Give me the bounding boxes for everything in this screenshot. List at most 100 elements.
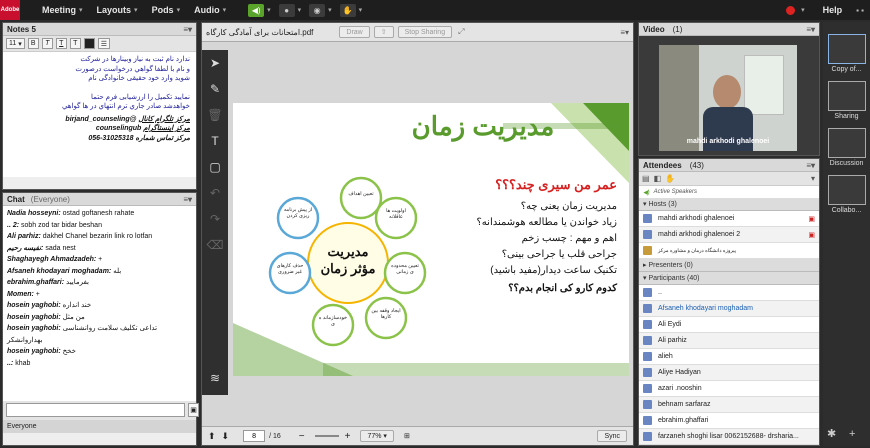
chevron-down-icon[interactable]: ▾: [79, 6, 83, 14]
pod-menu-icon[interactable]: ≡▾: [620, 28, 629, 37]
participant-row[interactable]: azari .nooshin: [639, 381, 819, 397]
menu-audio[interactable]: Audio: [194, 5, 220, 15]
status-view-icon[interactable]: ◧: [654, 174, 662, 183]
layout-item[interactable]: Sharing: [823, 81, 870, 120]
microphone-icon[interactable]: ●: [278, 3, 295, 17]
sync-button[interactable]: Sync: [597, 430, 627, 442]
chevron-down-icon[interactable]: ▾: [177, 6, 181, 14]
send-icon[interactable]: ▣: [188, 403, 199, 417]
pod-menu-icon[interactable]: ≡▾: [806, 161, 815, 170]
chat-message: ebrahim.ghaffari: بفرمایید: [7, 279, 89, 286]
presenter-avatar: [713, 75, 741, 109]
pod-menu-icon[interactable]: ≡▾: [806, 25, 815, 34]
participant-row[interactable]: Ali parhiz: [639, 333, 819, 349]
record-icon[interactable]: [786, 5, 796, 15]
attendee-row[interactable]: پیروزه دانشگاه درمان و مشاوره مرکز: [639, 243, 819, 259]
bullet-list-icon[interactable]: ☰: [97, 38, 111, 49]
page-number-input[interactable]: [243, 430, 266, 442]
layout-item[interactable]: Copy of...: [823, 34, 870, 73]
notes-content[interactable]: ندارد نام ثبت به نیاز وبینارها در شرکت و…: [3, 52, 196, 177]
speaker-icon: ◀): [643, 189, 650, 196]
participant-row[interactable]: alieh: [639, 349, 819, 365]
layout-item[interactable]: Discussion: [823, 128, 870, 167]
chevron-down-icon[interactable]: ▾: [328, 6, 332, 14]
bold-icon[interactable]: B: [27, 38, 39, 49]
list-view-icon[interactable]: ▤: [642, 174, 650, 183]
rectangle-icon[interactable]: ▢: [202, 154, 228, 180]
chevron-down-icon[interactable]: ▾: [801, 6, 805, 14]
fullscreen-icon[interactable]: ⤢: [458, 27, 464, 37]
presenters-section[interactable]: ▸ Presenters (0): [639, 259, 819, 272]
fit-page-icon[interactable]: ⊞: [404, 432, 410, 440]
menu-help[interactable]: Help: [823, 5, 843, 15]
font-size-select[interactable]: 11 ▾: [6, 38, 25, 49]
share-icon[interactable]: ⇧: [373, 26, 394, 38]
chat-target-tab[interactable]: Everyone: [3, 420, 196, 433]
diagram-petal: تعیین اهداف: [348, 191, 374, 197]
participant-row[interactable]: ..: [639, 285, 819, 301]
chat-message: .. 2: sobh zod tar bidar beshan: [7, 221, 102, 229]
window-controls-icon[interactable]: ▪ ▪: [856, 6, 864, 15]
clear-icon[interactable]: ⌫: [202, 232, 228, 258]
chevron-down-icon[interactable]: ▾: [267, 6, 271, 14]
raise-hand-icon[interactable]: ✋: [665, 174, 675, 183]
pod-menu-icon[interactable]: ≡▾: [183, 25, 192, 34]
menu-layouts[interactable]: Layouts: [97, 5, 132, 15]
trash-icon[interactable]: 🗑: [202, 102, 228, 128]
chevron-down-icon[interactable]: ▾: [359, 6, 363, 14]
pointer-icon[interactable]: ➤: [202, 50, 228, 76]
chat-title: Chat: [7, 194, 25, 204]
slide-footer-question: کدوم کارو کی انجام بدم؟؟: [508, 283, 617, 294]
color-swatch-icon[interactable]: [83, 38, 95, 49]
chat-input[interactable]: [6, 403, 185, 417]
participant-row[interactable]: ebrahim.ghaffari: [639, 413, 819, 429]
menu-icon[interactable]: ▾: [811, 174, 815, 183]
underline-icon[interactable]: T: [55, 38, 67, 49]
raise-hand-icon[interactable]: ✋: [339, 3, 356, 17]
previous-page-icon[interactable]: ⬆: [208, 431, 216, 442]
text-size-icon[interactable]: T: [69, 38, 81, 49]
settings-icon[interactable]: ✱: [827, 427, 836, 440]
draw-button[interactable]: Draw: [339, 26, 370, 38]
zoom-select[interactable]: 77% ▾: [360, 430, 394, 442]
participant-row[interactable]: behnam sarfaraz: [639, 397, 819, 413]
menu-meeting[interactable]: Meeting: [42, 5, 76, 15]
participants-section[interactable]: ▾ Participants (40): [639, 272, 819, 285]
video-pod: Video (1) ≡▾ mahdi arkhodi ghalenoei: [638, 22, 820, 156]
redo-icon[interactable]: ↷: [202, 206, 228, 232]
participant-row[interactable]: Ali Eydi: [639, 317, 819, 333]
next-page-icon[interactable]: ⬇: [222, 431, 230, 442]
zoom-in-icon[interactable]: +: [345, 431, 351, 442]
undo-icon[interactable]: ↶: [202, 180, 228, 206]
speaker-icon[interactable]: ◀): [248, 3, 265, 17]
document-footer: ⬆ ⬇ / 16 − + 77% ▾ ⊞ Sync: [202, 426, 633, 445]
pod-menu-icon[interactable]: ≡▾: [183, 195, 192, 204]
layers-icon[interactable]: ≋: [202, 365, 228, 391]
menu-pods[interactable]: Pods: [152, 5, 174, 15]
chevron-down-icon[interactable]: ▾: [134, 6, 138, 14]
hosts-section[interactable]: ▾ Hosts (3): [639, 198, 819, 211]
chevron-down-icon[interactable]: ▾: [298, 6, 302, 14]
webcam-feed: mahdi arkhodi ghalenoei: [659, 45, 797, 151]
pencil-icon[interactable]: ✎: [202, 76, 228, 102]
add-layout-icon[interactable]: +: [849, 428, 855, 440]
stop-sharing-button[interactable]: Stop Sharing: [397, 26, 453, 38]
italic-icon[interactable]: T: [41, 38, 53, 49]
participant-row[interactable]: farzaneh shoghi lisar 0062152688- drshar…: [639, 429, 819, 445]
participant-row[interactable]: Aliye Hadiyan: [639, 365, 819, 381]
page-total: / 16: [269, 432, 281, 440]
layout-item[interactable]: Collabo...: [823, 175, 870, 214]
participant-row[interactable]: Afsaneh khodayari moghadam: [639, 301, 819, 317]
participant-row[interactable]: Fateh: [639, 445, 819, 446]
zoom-out-icon[interactable]: −: [299, 431, 305, 442]
chat-message: Afsaneh khodayari moghadam: بله: [7, 267, 122, 275]
text-tool-icon[interactable]: T: [202, 128, 228, 154]
zoom-slider[interactable]: [314, 435, 339, 437]
chat-message: Ali parhiz: dakhel Chanel bezarin link r…: [7, 233, 153, 240]
attendee-row[interactable]: mahdi arkhodi ghalenoei ▣: [639, 211, 819, 227]
video-caption: mahdi arkhodi ghalenoei: [686, 138, 770, 145]
webcam-icon[interactable]: ◉: [309, 3, 326, 17]
attendee-row[interactable]: mahdi arkhodi ghalenoei 2 ▣: [639, 227, 819, 243]
chevron-down-icon[interactable]: ▾: [223, 6, 227, 14]
chat-message: hosein yaghobi: خخخ: [7, 348, 76, 355]
